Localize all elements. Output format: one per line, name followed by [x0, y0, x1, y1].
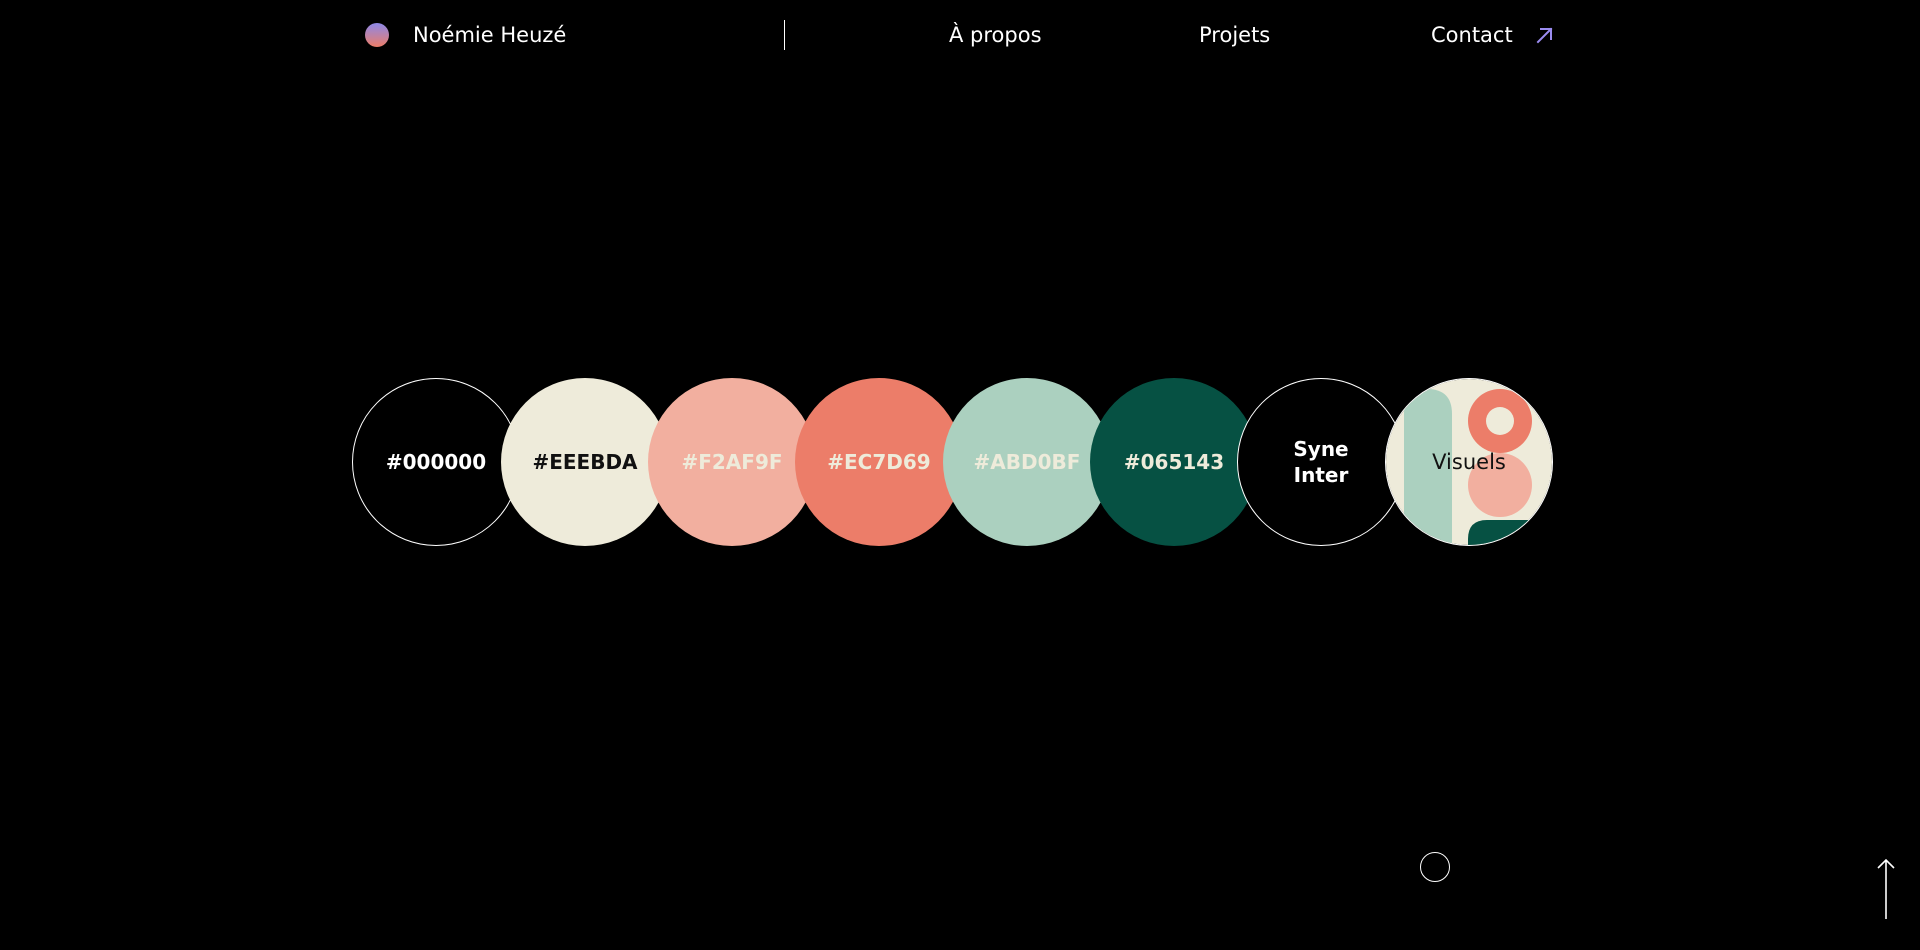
site-name[interactable]: Noémie Heuzé: [413, 22, 566, 48]
swatch-black: #000000: [352, 378, 520, 546]
swatch-label: #ABD0BF: [973, 450, 1081, 474]
swatch-label: #000000: [385, 450, 487, 474]
fonts-circle: Syne Inter: [1237, 378, 1405, 546]
visuels-circle: Visuels: [1385, 378, 1553, 546]
swatch-mint: #ABD0BF: [943, 378, 1111, 546]
swatch-label: #F2AF9F: [681, 450, 783, 474]
arrow-up-right-icon[interactable]: [1535, 25, 1555, 45]
circle-outline-icon[interactable]: [1420, 852, 1450, 882]
fonts-label: Syne Inter: [1293, 436, 1348, 488]
nav-link-about[interactable]: À propos: [949, 22, 1042, 48]
swatch-label: #EC7D69: [827, 450, 931, 474]
nav-divider: [784, 20, 785, 50]
font-name-inter: Inter: [1293, 463, 1349, 487]
swatch-coral: #EC7D69: [795, 378, 963, 546]
swatch-label: #EEEBDA: [532, 450, 638, 474]
swatch-light-salmon: #F2AF9F: [648, 378, 816, 546]
back-to-top-arrow-up-icon[interactable]: [1876, 858, 1896, 920]
nav-link-contact[interactable]: Contact: [1431, 22, 1513, 48]
visuels-label: Visuels: [1432, 450, 1506, 474]
font-name-syne: Syne: [1293, 437, 1349, 461]
logo-gradient-dot-icon[interactable]: [365, 23, 389, 47]
swatch-label: #065143: [1123, 450, 1225, 474]
swatch-dark-green: #065143: [1090, 378, 1258, 546]
nav-link-projects[interactable]: Projets: [1199, 22, 1270, 48]
top-navigation: Noémie Heuzé À propos Projets Contact: [0, 0, 1920, 70]
swatch-cream: #EEEBDA: [501, 378, 669, 546]
